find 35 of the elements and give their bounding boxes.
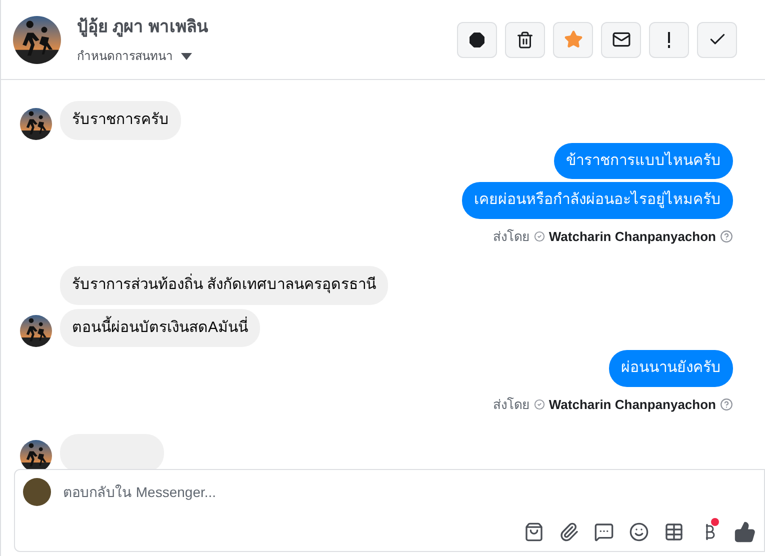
- sent-message: เคยผ่อนหรือกำลังผ่อนอะไรอยู่ไหมครับ: [462, 182, 733, 218]
- like-icon[interactable]: [734, 521, 756, 543]
- verified-icon: [534, 230, 545, 242]
- envelope-icon: [612, 30, 630, 49]
- received-message: ตอนนี้ผ่อนบัตรเงินสดAมันนี่: [60, 308, 260, 347]
- sender-name: Watcharin Chanpanyachon: [548, 228, 716, 246]
- sent-by-label: ส่งโดย: [492, 396, 530, 414]
- spam-button[interactable]: [457, 22, 497, 58]
- attachment-icon[interactable]: [559, 522, 579, 542]
- page-avatar: [23, 478, 51, 506]
- verified-icon: [534, 398, 545, 410]
- trash-icon: [516, 30, 534, 48]
- star-icon: [564, 30, 582, 49]
- shopping-bag-icon[interactable]: [524, 522, 544, 542]
- exclamation-icon: [667, 32, 671, 48]
- sent-message: ข้าราชการแบบไหนครับ: [554, 142, 733, 179]
- delete-button[interactable]: [505, 22, 545, 58]
- received-message: รับราชการครับ: [60, 101, 181, 140]
- mail-button[interactable]: [601, 22, 641, 58]
- contact-name: ปู้อุ้ย ภูผา พาเพลิน: [77, 16, 208, 39]
- help-icon[interactable]: [720, 230, 733, 243]
- received-message: รับราการส่วนท้องถิ่น สังกัดเทศบาลนครอุดรธานี: [60, 266, 388, 304]
- reply-input[interactable]: ตอบกลับใน Messenger...: [63, 482, 756, 502]
- sender-name: Watcharin Chanpanyachon: [548, 396, 716, 414]
- emoji-icon[interactable]: [629, 522, 649, 542]
- conversation-settings-dropdown[interactable]: กำหนดการสนทนา: [77, 47, 208, 66]
- contact-avatar: [13, 16, 61, 64]
- sent-message: ผ่อนนานยังครับ: [609, 350, 733, 386]
- saved-replies-icon[interactable]: [594, 522, 614, 542]
- table-icon[interactable]: [664, 522, 684, 542]
- star-button[interactable]: [553, 22, 593, 58]
- caret-icon: [181, 52, 192, 60]
- sent-by-label: ส่งโดย: [492, 228, 530, 246]
- done-button[interactable]: [697, 22, 737, 58]
- help-icon[interactable]: [720, 398, 733, 411]
